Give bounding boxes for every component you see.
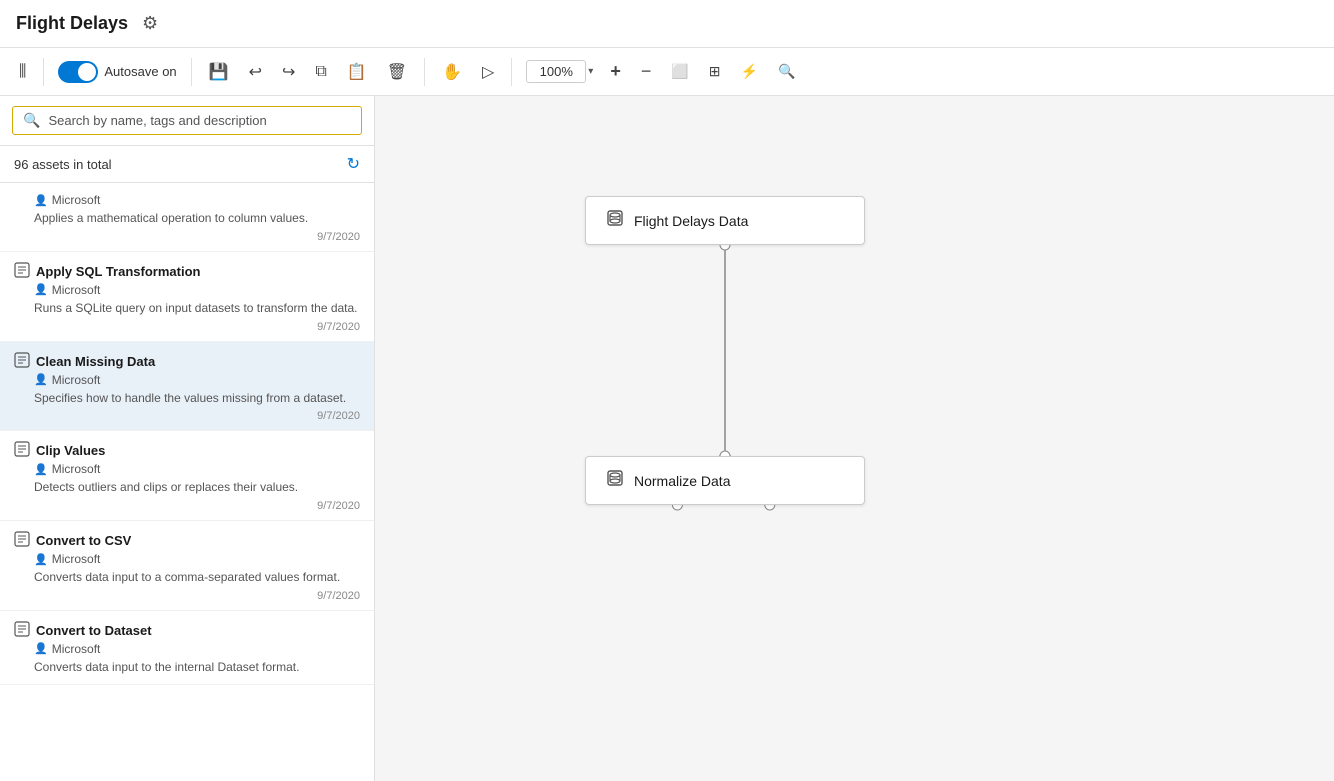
delete-button[interactable]: 🗑 [380, 57, 414, 87]
assets-count: 96 assets in total [14, 157, 112, 172]
item-author-label: Microsoft [52, 193, 101, 207]
item-name-row: Clip Values [14, 441, 360, 460]
fit-view-button[interactable]: ⬜ [664, 58, 695, 85]
item-name-label: Clean Missing Data [36, 354, 155, 369]
item-name-row: Apply SQL Transformation [14, 262, 360, 281]
item-name-label: Clip Values [36, 443, 105, 458]
node-normalize-data[interactable]: Normalize Data [585, 456, 865, 505]
item-name-label: Apply SQL Transformation [36, 264, 200, 279]
library-button[interactable]: ⫼ [12, 58, 33, 86]
item-date: 9/7/2020 [14, 231, 360, 243]
autosave-label: Autosave on [104, 64, 176, 79]
item-description: Detects outliers and clips or replaces t… [14, 479, 360, 496]
item-module-icon [14, 621, 30, 640]
search-input[interactable] [48, 113, 351, 128]
item-description: Runs a SQLite query on input datasets to… [14, 300, 360, 317]
split-view-button[interactable]: ⊞ [702, 58, 728, 85]
item-description: Converts data input to the internal Data… [14, 659, 360, 676]
sidebar-item-apply-sql-transformation[interactable]: Apply SQL Transformation 👤 Microsoft Run… [0, 252, 374, 342]
copy-button[interactable]: ⧉ [308, 58, 333, 86]
author-icon: 👤 [34, 642, 48, 655]
refresh-button[interactable]: ↻ [347, 154, 360, 174]
item-description: Converts data input to a comma-separated… [14, 569, 360, 586]
item-description: Applies a mathematical operation to colu… [14, 210, 360, 227]
item-author-row: 👤 Microsoft [14, 373, 360, 387]
save-button[interactable]: 💾 [202, 57, 236, 87]
item-author-label: Microsoft [52, 373, 101, 387]
search-input-wrap: 🔍 [12, 106, 362, 135]
author-icon: 👤 [34, 553, 48, 566]
toolbar: ⫼ Autosave on 💾 ↩ ↪ ⧉ 📋 🗑 ✋ ▷ 100% ▾ + −… [0, 48, 1334, 96]
node-dataset-icon [606, 209, 624, 232]
search-canvas-button[interactable]: 🔍 [771, 58, 802, 85]
search-icon: 🔍 [23, 112, 40, 129]
page-title: Flight Delays [16, 13, 128, 34]
sidebar-list: 👤 Microsoft Applies a mathematical opera… [0, 183, 374, 781]
run-button[interactable]: ▷ [475, 57, 501, 87]
canvas-area[interactable]: Flight Delays Data Normalize Data [375, 96, 1334, 781]
item-date: 9/7/2020 [14, 410, 360, 422]
item-author-row: 👤 Microsoft [14, 462, 360, 476]
node-label: Flight Delays Data [634, 213, 748, 229]
item-author-row: 👤 Microsoft [14, 283, 360, 297]
item-name-label: Convert to CSV [36, 533, 131, 548]
item-date: 9/7/2020 [14, 321, 360, 333]
zoom-control: 100% ▾ [526, 60, 593, 83]
sidebar-item-clean-missing-data[interactable]: Clean Missing Data 👤 Microsoft Specifies… [0, 342, 374, 432]
item-date: 9/7/2020 [14, 590, 360, 602]
sidebar-item-apply-math-operation[interactable]: 👤 Microsoft Applies a mathematical opera… [0, 183, 374, 252]
item-author-row: 👤 Microsoft [14, 193, 360, 207]
paste-button[interactable]: 📋 [340, 57, 374, 87]
undo-button[interactable]: ↩ [242, 57, 269, 87]
author-icon: 👤 [34, 463, 48, 476]
item-author-row: 👤 Microsoft [14, 552, 360, 566]
toolbar-divider-3 [424, 58, 425, 86]
pipeline-canvas: Flight Delays Data Normalize Data [375, 96, 1334, 781]
item-author-label: Microsoft [52, 462, 101, 476]
autosave-switch[interactable] [58, 61, 98, 83]
item-name-row: Convert to CSV [14, 531, 360, 550]
node-normalize-icon [606, 469, 624, 492]
toolbar-divider-2 [191, 58, 192, 86]
sidebar-item-convert-to-dataset[interactable]: Convert to Dataset 👤 Microsoft Converts … [0, 611, 374, 685]
toolbar-divider-4 [511, 58, 512, 86]
node-label: Normalize Data [634, 473, 730, 489]
zoom-value[interactable]: 100% [526, 60, 586, 83]
lightning-button[interactable]: ⚡ [734, 58, 765, 85]
node-flight-delays-data[interactable]: Flight Delays Data [585, 196, 865, 245]
item-name-row: Clean Missing Data [14, 352, 360, 371]
item-description: Specifies how to handle the values missi… [14, 390, 360, 407]
redo-button[interactable]: ↪ [275, 57, 302, 87]
author-icon: 👤 [34, 373, 48, 386]
item-date: 9/7/2020 [14, 500, 360, 512]
sidebar-item-clip-values[interactable]: Clip Values 👤 Microsoft Detects outliers… [0, 431, 374, 521]
sidebar-item-convert-to-csv[interactable]: Convert to CSV 👤 Microsoft Converts data… [0, 521, 374, 611]
toolbar-divider-1 [43, 58, 44, 86]
zoom-chevron-icon: ▾ [588, 66, 593, 77]
item-name-row: Convert to Dataset [14, 621, 360, 640]
assets-count-row: 96 assets in total ↻ [0, 146, 374, 183]
item-module-icon [14, 352, 30, 371]
item-module-icon [14, 441, 30, 460]
item-author-row: 👤 Microsoft [14, 642, 360, 656]
item-author-label: Microsoft [52, 283, 101, 297]
item-author-label: Microsoft [52, 642, 101, 656]
sidebar: 🔍 96 assets in total ↻ 👤 Microsoft Appli… [0, 96, 375, 781]
settings-button[interactable]: ⚙ [138, 9, 162, 38]
main-layout: 🔍 96 assets in total ↻ 👤 Microsoft Appli… [0, 96, 1334, 781]
zoom-out-button[interactable]: − [634, 56, 659, 87]
autosave-toggle[interactable]: Autosave on [58, 61, 176, 83]
top-header: Flight Delays ⚙ [0, 0, 1334, 48]
author-icon: 👤 [34, 194, 48, 207]
search-bar-container: 🔍 [0, 96, 374, 146]
toggle-knob [78, 63, 96, 81]
zoom-in-button[interactable]: + [603, 56, 628, 87]
item-name-label: Convert to Dataset [36, 623, 152, 638]
library-icon: ⫼ [19, 63, 26, 81]
item-module-icon [14, 262, 30, 281]
author-icon: 👤 [34, 283, 48, 296]
item-module-icon [14, 531, 30, 550]
pan-button[interactable]: ✋ [435, 57, 469, 87]
item-author-label: Microsoft [52, 552, 101, 566]
